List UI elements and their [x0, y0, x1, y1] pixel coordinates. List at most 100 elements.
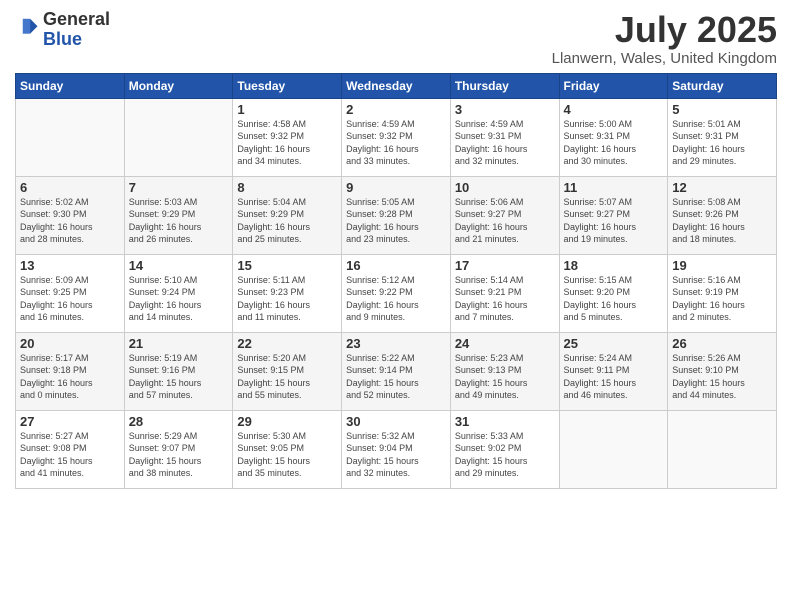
calendar-cell: 20Sunrise: 5:17 AM Sunset: 9:18 PM Dayli…	[16, 332, 125, 410]
day-number: 30	[346, 414, 446, 429]
day-number: 23	[346, 336, 446, 351]
day-info: Sunrise: 5:26 AM Sunset: 9:10 PM Dayligh…	[672, 352, 772, 402]
calendar-cell: 21Sunrise: 5:19 AM Sunset: 9:16 PM Dayli…	[124, 332, 233, 410]
day-info: Sunrise: 4:59 AM Sunset: 9:32 PM Dayligh…	[346, 118, 446, 168]
calendar-cell: 22Sunrise: 5:20 AM Sunset: 9:15 PM Dayli…	[233, 332, 342, 410]
weekday-header-tuesday: Tuesday	[233, 73, 342, 98]
day-number: 31	[455, 414, 555, 429]
day-info: Sunrise: 5:00 AM Sunset: 9:31 PM Dayligh…	[564, 118, 664, 168]
day-number: 20	[20, 336, 120, 351]
day-number: 9	[346, 180, 446, 195]
day-number: 12	[672, 180, 772, 195]
day-number: 22	[237, 336, 337, 351]
calendar-table: SundayMondayTuesdayWednesdayThursdayFrid…	[15, 73, 777, 489]
calendar-cell	[16, 98, 125, 176]
calendar-cell: 19Sunrise: 5:16 AM Sunset: 9:19 PM Dayli…	[668, 254, 777, 332]
calendar-cell: 29Sunrise: 5:30 AM Sunset: 9:05 PM Dayli…	[233, 410, 342, 488]
calendar-cell: 27Sunrise: 5:27 AM Sunset: 9:08 PM Dayli…	[16, 410, 125, 488]
calendar-cell: 31Sunrise: 5:33 AM Sunset: 9:02 PM Dayli…	[450, 410, 559, 488]
logo: General Blue	[15, 10, 110, 50]
day-info: Sunrise: 5:22 AM Sunset: 9:14 PM Dayligh…	[346, 352, 446, 402]
weekday-header-friday: Friday	[559, 73, 668, 98]
calendar-cell: 2Sunrise: 4:59 AM Sunset: 9:32 PM Daylig…	[342, 98, 451, 176]
calendar-cell	[559, 410, 668, 488]
logo-icon	[17, 16, 39, 38]
day-info: Sunrise: 5:16 AM Sunset: 9:19 PM Dayligh…	[672, 274, 772, 324]
calendar-cell: 24Sunrise: 5:23 AM Sunset: 9:13 PM Dayli…	[450, 332, 559, 410]
calendar-cell	[124, 98, 233, 176]
title-block: July 2025 Llanwern, Wales, United Kingdo…	[552, 10, 777, 67]
day-number: 18	[564, 258, 664, 273]
calendar-cell: 15Sunrise: 5:11 AM Sunset: 9:23 PM Dayli…	[233, 254, 342, 332]
calendar-cell: 8Sunrise: 5:04 AM Sunset: 9:29 PM Daylig…	[233, 176, 342, 254]
calendar-week-row: 13Sunrise: 5:09 AM Sunset: 9:25 PM Dayli…	[16, 254, 777, 332]
day-info: Sunrise: 5:03 AM Sunset: 9:29 PM Dayligh…	[129, 196, 229, 246]
day-number: 2	[346, 102, 446, 117]
calendar-week-row: 27Sunrise: 5:27 AM Sunset: 9:08 PM Dayli…	[16, 410, 777, 488]
day-number: 8	[237, 180, 337, 195]
day-info: Sunrise: 5:17 AM Sunset: 9:18 PM Dayligh…	[20, 352, 120, 402]
day-info: Sunrise: 5:08 AM Sunset: 9:26 PM Dayligh…	[672, 196, 772, 246]
day-info: Sunrise: 5:32 AM Sunset: 9:04 PM Dayligh…	[346, 430, 446, 480]
day-info: Sunrise: 5:29 AM Sunset: 9:07 PM Dayligh…	[129, 430, 229, 480]
calendar-cell: 30Sunrise: 5:32 AM Sunset: 9:04 PM Dayli…	[342, 410, 451, 488]
calendar-cell: 12Sunrise: 5:08 AM Sunset: 9:26 PM Dayli…	[668, 176, 777, 254]
weekday-header-thursday: Thursday	[450, 73, 559, 98]
day-info: Sunrise: 5:12 AM Sunset: 9:22 PM Dayligh…	[346, 274, 446, 324]
day-info: Sunrise: 5:20 AM Sunset: 9:15 PM Dayligh…	[237, 352, 337, 402]
day-number: 1	[237, 102, 337, 117]
weekday-header-wednesday: Wednesday	[342, 73, 451, 98]
calendar-cell	[668, 410, 777, 488]
day-number: 14	[129, 258, 229, 273]
calendar-cell: 7Sunrise: 5:03 AM Sunset: 9:29 PM Daylig…	[124, 176, 233, 254]
calendar-cell: 26Sunrise: 5:26 AM Sunset: 9:10 PM Dayli…	[668, 332, 777, 410]
day-info: Sunrise: 5:14 AM Sunset: 9:21 PM Dayligh…	[455, 274, 555, 324]
day-info: Sunrise: 5:23 AM Sunset: 9:13 PM Dayligh…	[455, 352, 555, 402]
day-number: 6	[20, 180, 120, 195]
weekday-header-row: SundayMondayTuesdayWednesdayThursdayFrid…	[16, 73, 777, 98]
day-info: Sunrise: 5:09 AM Sunset: 9:25 PM Dayligh…	[20, 274, 120, 324]
day-number: 3	[455, 102, 555, 117]
calendar-cell: 5Sunrise: 5:01 AM Sunset: 9:31 PM Daylig…	[668, 98, 777, 176]
day-info: Sunrise: 5:10 AM Sunset: 9:24 PM Dayligh…	[129, 274, 229, 324]
day-number: 26	[672, 336, 772, 351]
day-info: Sunrise: 5:24 AM Sunset: 9:11 PM Dayligh…	[564, 352, 664, 402]
calendar-cell: 13Sunrise: 5:09 AM Sunset: 9:25 PM Dayli…	[16, 254, 125, 332]
day-info: Sunrise: 5:01 AM Sunset: 9:31 PM Dayligh…	[672, 118, 772, 168]
day-number: 17	[455, 258, 555, 273]
page-container: General Blue July 2025 Llanwern, Wales, …	[0, 0, 792, 499]
day-info: Sunrise: 5:19 AM Sunset: 9:16 PM Dayligh…	[129, 352, 229, 402]
calendar-cell: 3Sunrise: 4:59 AM Sunset: 9:31 PM Daylig…	[450, 98, 559, 176]
day-number: 27	[20, 414, 120, 429]
header: General Blue July 2025 Llanwern, Wales, …	[15, 10, 777, 67]
calendar-cell: 14Sunrise: 5:10 AM Sunset: 9:24 PM Dayli…	[124, 254, 233, 332]
day-number: 11	[564, 180, 664, 195]
weekday-header-saturday: Saturday	[668, 73, 777, 98]
calendar-cell: 6Sunrise: 5:02 AM Sunset: 9:30 PM Daylig…	[16, 176, 125, 254]
logo-general: General	[43, 9, 110, 29]
calendar-cell: 9Sunrise: 5:05 AM Sunset: 9:28 PM Daylig…	[342, 176, 451, 254]
weekday-header-monday: Monday	[124, 73, 233, 98]
day-number: 15	[237, 258, 337, 273]
location: Llanwern, Wales, United Kingdom	[552, 50, 777, 67]
calendar-cell: 1Sunrise: 4:58 AM Sunset: 9:32 PM Daylig…	[233, 98, 342, 176]
calendar-cell: 10Sunrise: 5:06 AM Sunset: 9:27 PM Dayli…	[450, 176, 559, 254]
day-info: Sunrise: 5:27 AM Sunset: 9:08 PM Dayligh…	[20, 430, 120, 480]
day-info: Sunrise: 5:05 AM Sunset: 9:28 PM Dayligh…	[346, 196, 446, 246]
day-number: 5	[672, 102, 772, 117]
calendar-cell: 18Sunrise: 5:15 AM Sunset: 9:20 PM Dayli…	[559, 254, 668, 332]
day-info: Sunrise: 5:33 AM Sunset: 9:02 PM Dayligh…	[455, 430, 555, 480]
calendar-week-row: 6Sunrise: 5:02 AM Sunset: 9:30 PM Daylig…	[16, 176, 777, 254]
day-number: 28	[129, 414, 229, 429]
month-title: July 2025	[552, 10, 777, 50]
calendar-cell: 28Sunrise: 5:29 AM Sunset: 9:07 PM Dayli…	[124, 410, 233, 488]
day-info: Sunrise: 5:15 AM Sunset: 9:20 PM Dayligh…	[564, 274, 664, 324]
calendar-cell: 17Sunrise: 5:14 AM Sunset: 9:21 PM Dayli…	[450, 254, 559, 332]
calendar-cell: 23Sunrise: 5:22 AM Sunset: 9:14 PM Dayli…	[342, 332, 451, 410]
day-number: 7	[129, 180, 229, 195]
day-info: Sunrise: 5:07 AM Sunset: 9:27 PM Dayligh…	[564, 196, 664, 246]
day-number: 21	[129, 336, 229, 351]
calendar-week-row: 1Sunrise: 4:58 AM Sunset: 9:32 PM Daylig…	[16, 98, 777, 176]
day-number: 19	[672, 258, 772, 273]
calendar-cell: 11Sunrise: 5:07 AM Sunset: 9:27 PM Dayli…	[559, 176, 668, 254]
